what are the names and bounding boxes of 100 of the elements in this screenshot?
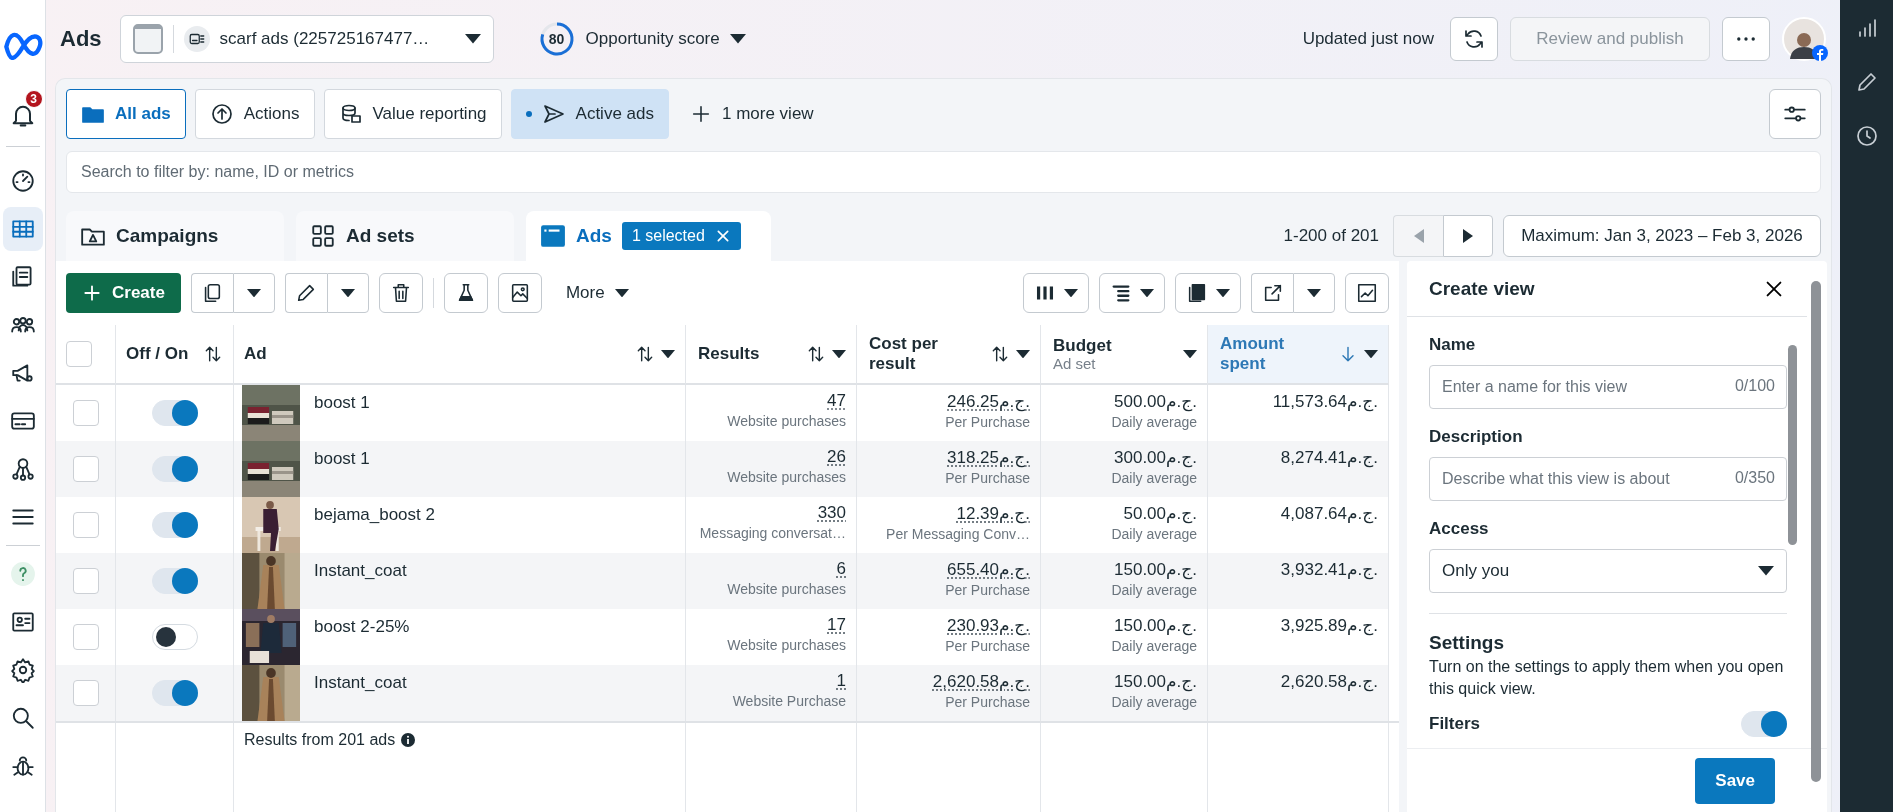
breakdown-button[interactable]: [1099, 273, 1165, 313]
metric-value[interactable]: 2,620.58ج.م.: [932, 671, 1030, 692]
ad-name[interactable]: boost 2-25%: [314, 609, 410, 637]
charts-button[interactable]: [1345, 273, 1389, 313]
toggle-switch[interactable]: [151, 400, 198, 426]
metric-value[interactable]: 47: [827, 391, 846, 411]
view-tab[interactable]: Active ads: [510, 89, 669, 139]
level-tab[interactable]: Ad sets: [296, 211, 514, 261]
date-range-picker[interactable]: Maximum: Jan 3, 2023 – Feb 3, 2026: [1503, 215, 1821, 257]
level-tab[interactable]: Campaigns: [66, 211, 284, 261]
refresh-button[interactable]: [1450, 17, 1498, 61]
row-checkbox[interactable]: [72, 400, 99, 426]
delete-button[interactable]: [378, 273, 423, 313]
sort-icon: [635, 344, 655, 364]
select-all-checkbox[interactable]: [66, 341, 92, 367]
avatar[interactable]: [1782, 17, 1826, 61]
row-checkbox[interactable]: [72, 680, 99, 706]
view-tab[interactable]: All ads: [66, 89, 186, 139]
duplicate-menu-button[interactable]: [232, 273, 275, 313]
metric-value[interactable]: 26: [827, 447, 846, 467]
account-selector[interactable]: scarf ads (225725167477…: [119, 15, 494, 63]
plus-icon: [82, 283, 102, 303]
test-button[interactable]: [443, 273, 488, 313]
window-icon: [132, 24, 163, 54]
reports-icon: [1186, 282, 1208, 304]
ad-name[interactable]: Instant_coat: [314, 665, 407, 693]
more-views-button[interactable]: 1 more view: [678, 103, 826, 125]
metric-value[interactable]: 17: [827, 615, 846, 635]
results-summary: Results from 201 ads: [244, 731, 416, 749]
metric-caption: Daily average: [1111, 414, 1197, 430]
caret-icon: [729, 34, 746, 44]
opportunity-score-button[interactable]: 80 Opportunity score: [531, 14, 752, 64]
metric-value[interactable]: 6: [836, 559, 846, 579]
row-checkbox[interactable]: [72, 624, 99, 650]
ad-name[interactable]: Instant_coat: [314, 553, 407, 581]
field-label: Access: [1429, 519, 1490, 539]
columns-button[interactable]: [1023, 273, 1089, 313]
ad-name[interactable]: boost 1: [314, 441, 370, 469]
scrollbar[interactable]: [1811, 281, 1821, 782]
duplicate-button[interactable]: [190, 273, 233, 313]
search-field[interactable]: Search to filter by: name, ID or metrics: [66, 151, 1821, 193]
create-button[interactable]: Create: [66, 273, 181, 313]
notifications-button[interactable]: 3: [2, 90, 43, 132]
more-actions-button[interactable]: More: [551, 283, 643, 303]
id-card-icon: [9, 609, 36, 635]
column-header[interactable]: Ad: [234, 325, 686, 385]
character-count: 0/100: [1734, 377, 1775, 395]
media-button[interactable]: [497, 273, 542, 313]
column-header[interactable]: Off / On: [116, 325, 234, 385]
metric-value: 8,274.41ج.م.: [1280, 447, 1378, 468]
metric-value[interactable]: 12.39ج.م.: [956, 503, 1030, 524]
sort-icon: [806, 344, 826, 364]
row-checkbox[interactable]: [72, 456, 99, 482]
reports-button[interactable]: [1175, 273, 1241, 313]
metric-value[interactable]: 230.93ج.م.: [947, 615, 1030, 636]
metric-value[interactable]: 330: [817, 503, 846, 523]
field-label: Description: [1429, 427, 1524, 447]
ad-name[interactable]: bejama_boost 2: [314, 497, 435, 525]
caret-icon: [614, 288, 629, 298]
facebook-badge-icon: [1812, 45, 1828, 61]
row-checkbox[interactable]: [72, 512, 99, 538]
access-dropdown[interactable]: Only you: [1429, 549, 1787, 593]
edit-button[interactable]: [284, 273, 327, 313]
column-header[interactable]: Cost per result: [857, 325, 1041, 385]
view-tab[interactable]: Value reporting: [323, 89, 502, 139]
view-tab[interactable]: Actions: [194, 89, 315, 139]
level-tab[interactable]: Ads 1 selected: [526, 211, 771, 261]
help-icon: [9, 561, 36, 587]
save-button[interactable]: Save: [1695, 757, 1775, 804]
send-icon: [541, 102, 566, 126]
metric-value[interactable]: 318.25ج.م.: [947, 447, 1030, 468]
column-header[interactable]: Results: [686, 325, 857, 385]
character-count: 0/350: [1734, 469, 1775, 487]
export-button[interactable]: [1251, 273, 1293, 313]
export-menu-button[interactable]: [1293, 273, 1335, 313]
metric-value[interactable]: 246.25ج.م.: [947, 391, 1030, 412]
metric-value[interactable]: 1: [836, 671, 846, 691]
grid-icon: [310, 223, 336, 249]
metric-value[interactable]: 655.40ج.م.: [947, 559, 1030, 580]
toggle-switch[interactable]: [151, 568, 198, 594]
edit-menu-button[interactable]: [326, 273, 369, 313]
metric-value: 50.00ج.م.: [1123, 503, 1197, 524]
metric-caption: Website purchases: [727, 469, 846, 485]
toggle-switch[interactable]: [151, 456, 198, 482]
line-chart-icon: [1356, 282, 1378, 304]
update-status: Updated just now: [1302, 29, 1434, 49]
toggle-switch[interactable]: [151, 680, 198, 706]
next-page-button[interactable]: [1443, 215, 1493, 257]
column-header[interactable]: Budget Ad set: [1041, 325, 1208, 385]
row-checkbox[interactable]: [72, 568, 99, 594]
ad-name[interactable]: boost 1: [314, 385, 370, 413]
toggle-switch[interactable]: [151, 624, 198, 650]
filters-toggle[interactable]: [1741, 710, 1787, 737]
toggle-switch[interactable]: [151, 512, 198, 538]
scrollbar[interactable]: [1788, 345, 1797, 545]
filter-settings-button[interactable]: [1769, 89, 1821, 139]
metric-caption: Messaging conversat…: [699, 525, 846, 541]
metric-caption: Daily average: [1111, 582, 1197, 598]
column-header[interactable]: Amount spent: [1208, 325, 1389, 385]
selection-chip[interactable]: 1 selected: [621, 222, 741, 250]
